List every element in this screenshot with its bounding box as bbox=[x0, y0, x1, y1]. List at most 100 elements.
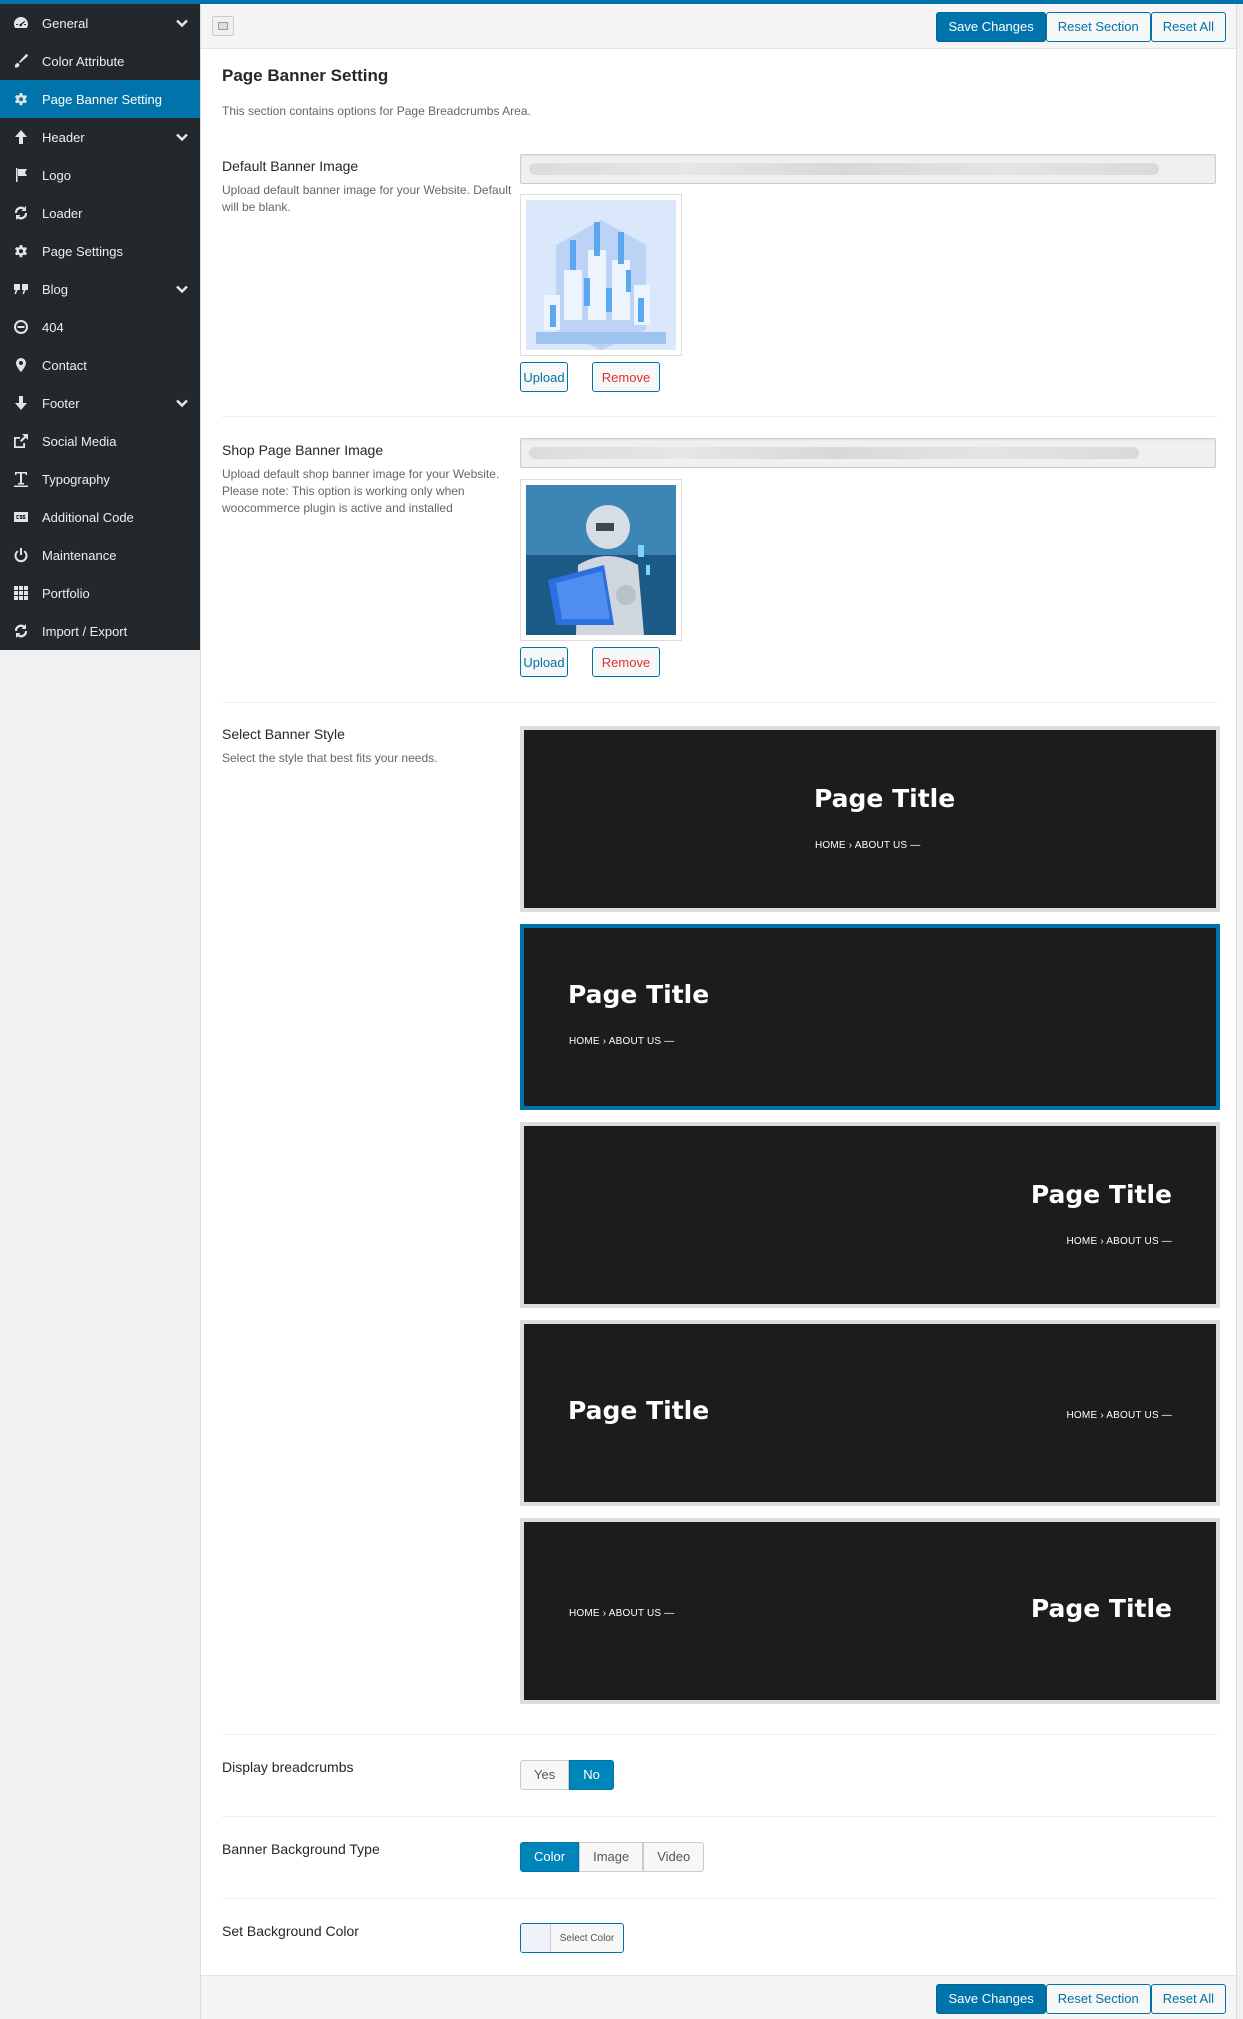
shop-banner-url-input[interactable] bbox=[520, 438, 1216, 468]
divider bbox=[222, 1898, 1217, 1899]
sidebar-item-blog[interactable]: Blog bbox=[0, 270, 200, 308]
sidebar-item-label: Footer bbox=[42, 395, 80, 411]
banner-style-option-3[interactable]: Page Title HOME › ABOUT US — bbox=[520, 1122, 1220, 1308]
quote-icon bbox=[12, 281, 30, 297]
sidebar-item-label: Loader bbox=[42, 205, 83, 221]
reset-section-button[interactable]: Reset Section bbox=[1045, 1984, 1151, 2014]
chevron-down-icon bbox=[176, 131, 188, 143]
dashboard-icon bbox=[12, 15, 30, 31]
power-icon bbox=[12, 547, 30, 563]
sidebar-item-label: Header bbox=[42, 129, 85, 145]
sidebar-item-footer[interactable]: Footer bbox=[0, 384, 200, 422]
default-banner-url-input[interactable] bbox=[520, 154, 1216, 184]
text-icon bbox=[12, 471, 30, 487]
save-changes-button[interactable]: Save Changes bbox=[936, 12, 1046, 42]
arrow-down-icon bbox=[12, 395, 30, 411]
sidebar-item-label: Social Media bbox=[42, 433, 117, 449]
sidebar-item-contact[interactable]: Contact bbox=[0, 346, 200, 384]
banner-style-option-5[interactable]: HOME › ABOUT US — Page Title bbox=[520, 1518, 1220, 1704]
divider bbox=[222, 1734, 1217, 1735]
sidebar-item-label: Logo bbox=[42, 167, 71, 183]
divider bbox=[222, 1816, 1217, 1817]
sidebar-item-portfolio[interactable]: Portfolio bbox=[0, 574, 200, 612]
sidebar-item-additional-code[interactable]: Additional Code bbox=[0, 498, 200, 536]
banner-style-description: Select the style that best fits your nee… bbox=[222, 751, 438, 765]
breadcrumbs-no-option[interactable]: No bbox=[569, 1760, 614, 1790]
sidebar-item-label: Additional Code bbox=[42, 509, 134, 525]
shop-banner-preview bbox=[520, 479, 682, 641]
sidebar-item-maintenance[interactable]: Maintenance bbox=[0, 536, 200, 574]
banner-page-title: Page Title bbox=[1030, 1594, 1172, 1623]
default-banner-description: Upload default banner image for your Web… bbox=[222, 183, 512, 214]
banner-page-title: Page Title bbox=[814, 784, 956, 813]
shop-banner-remove-button[interactable]: Remove bbox=[592, 647, 660, 677]
reset-section-button[interactable]: Reset Section bbox=[1045, 12, 1151, 42]
default-banner-upload-button[interactable]: Upload bbox=[520, 362, 568, 392]
banner-style-option-4[interactable]: Page Title HOME › ABOUT US — bbox=[520, 1320, 1220, 1506]
divider bbox=[222, 702, 1217, 703]
background-type-image-option[interactable]: Image bbox=[579, 1842, 644, 1872]
display-breadcrumbs-toggle: Yes No bbox=[520, 1760, 614, 1790]
sidebar-item-import-export[interactable]: Import / Export bbox=[0, 612, 200, 650]
sidebar-item-label: Portfolio bbox=[42, 585, 90, 601]
share-icon bbox=[12, 433, 30, 449]
sidebar-item-label: Import / Export bbox=[42, 623, 128, 639]
chevron-down-icon bbox=[176, 397, 188, 409]
options-panel: Save Changes Reset Section Reset All Pag… bbox=[200, 4, 1237, 2019]
default-banner-label: Default Banner Image bbox=[222, 158, 359, 174]
options-sidebar: General Color Attribute Page Banner Sett… bbox=[0, 4, 200, 650]
banner-breadcrumb: HOME › ABOUT US — bbox=[815, 840, 921, 851]
banner-page-title: Page Title bbox=[568, 1396, 710, 1425]
default-banner-remove-button[interactable]: Remove bbox=[592, 362, 660, 392]
background-type-label: Banner Background Type bbox=[222, 1841, 380, 1857]
reset-all-button[interactable]: Reset All bbox=[1150, 1984, 1226, 2014]
sidebar-item-label: General bbox=[42, 15, 89, 31]
color-swatch bbox=[521, 1924, 551, 1952]
section-title: Page Banner Setting bbox=[222, 66, 389, 85]
sidebar-item-typography[interactable]: Typography bbox=[0, 460, 200, 498]
reset-all-button[interactable]: Reset All bbox=[1150, 12, 1226, 42]
chevron-down-icon bbox=[176, 283, 188, 295]
shop-banner-label: Shop Page Banner Image bbox=[222, 442, 384, 458]
sidebar-item-label: Maintenance bbox=[42, 547, 117, 563]
banner-style-option-1[interactable]: Page Title HOME › ABOUT US — bbox=[520, 726, 1220, 912]
css-icon bbox=[12, 509, 30, 525]
sidebar-item-page-banner-setting[interactable]: Page Banner Setting bbox=[0, 80, 200, 118]
sidebar-item-loader[interactable]: Loader bbox=[0, 194, 200, 232]
display-breadcrumbs-label: Display breadcrumbs bbox=[222, 1759, 354, 1775]
shop-banner-upload-button[interactable]: Upload bbox=[520, 647, 568, 677]
select-color-button[interactable]: Select Color bbox=[520, 1923, 624, 1953]
banner-style-option-2[interactable]: Page Title HOME › ABOUT US — bbox=[520, 924, 1220, 1110]
flag-icon bbox=[12, 167, 30, 183]
banner-page-title: Page Title bbox=[568, 980, 710, 1009]
bottom-toolbar: Save Changes Reset Section Reset All bbox=[201, 1975, 1236, 2019]
background-type-video-option[interactable]: Video bbox=[643, 1842, 705, 1872]
sidebar-item-404[interactable]: 404 bbox=[0, 308, 200, 346]
save-changes-button[interactable]: Save Changes bbox=[936, 1984, 1046, 2014]
sidebar-item-label: Page Settings bbox=[42, 243, 123, 259]
breadcrumbs-yes-option[interactable]: Yes bbox=[520, 1760, 570, 1790]
sidebar-item-label: Contact bbox=[42, 357, 87, 373]
sidebar-item-logo[interactable]: Logo bbox=[0, 156, 200, 194]
gear-icon bbox=[12, 91, 30, 107]
chevron-down-icon bbox=[176, 17, 188, 29]
top-toolbar: Save Changes Reset Section Reset All bbox=[201, 4, 1236, 49]
sidebar-item-social-media[interactable]: Social Media bbox=[0, 422, 200, 460]
background-color-label: Set Background Color bbox=[222, 1923, 359, 1939]
select-color-label: Select Color bbox=[559, 1932, 615, 1944]
sidebar-item-label: Page Banner Setting bbox=[42, 91, 162, 107]
sidebar-item-color-attribute[interactable]: Color Attribute bbox=[0, 42, 200, 80]
background-type-color-option[interactable]: Color bbox=[520, 1842, 580, 1872]
divider bbox=[222, 416, 1217, 417]
sidebar-item-label: Color Attribute bbox=[42, 53, 125, 69]
arrow-up-icon bbox=[12, 129, 30, 145]
gear-icon bbox=[12, 243, 30, 259]
sidebar-item-header[interactable]: Header bbox=[0, 118, 200, 156]
section-description: This section contains options for Page B… bbox=[222, 104, 531, 118]
sidebar-item-page-settings[interactable]: Page Settings bbox=[0, 232, 200, 270]
expand-options-icon[interactable] bbox=[212, 16, 234, 36]
refresh-icon bbox=[12, 623, 30, 639]
banner-breadcrumb: HOME › ABOUT US — bbox=[569, 1036, 675, 1047]
sidebar-item-general[interactable]: General bbox=[0, 4, 200, 42]
sidebar-item-label: Typography bbox=[42, 471, 110, 487]
